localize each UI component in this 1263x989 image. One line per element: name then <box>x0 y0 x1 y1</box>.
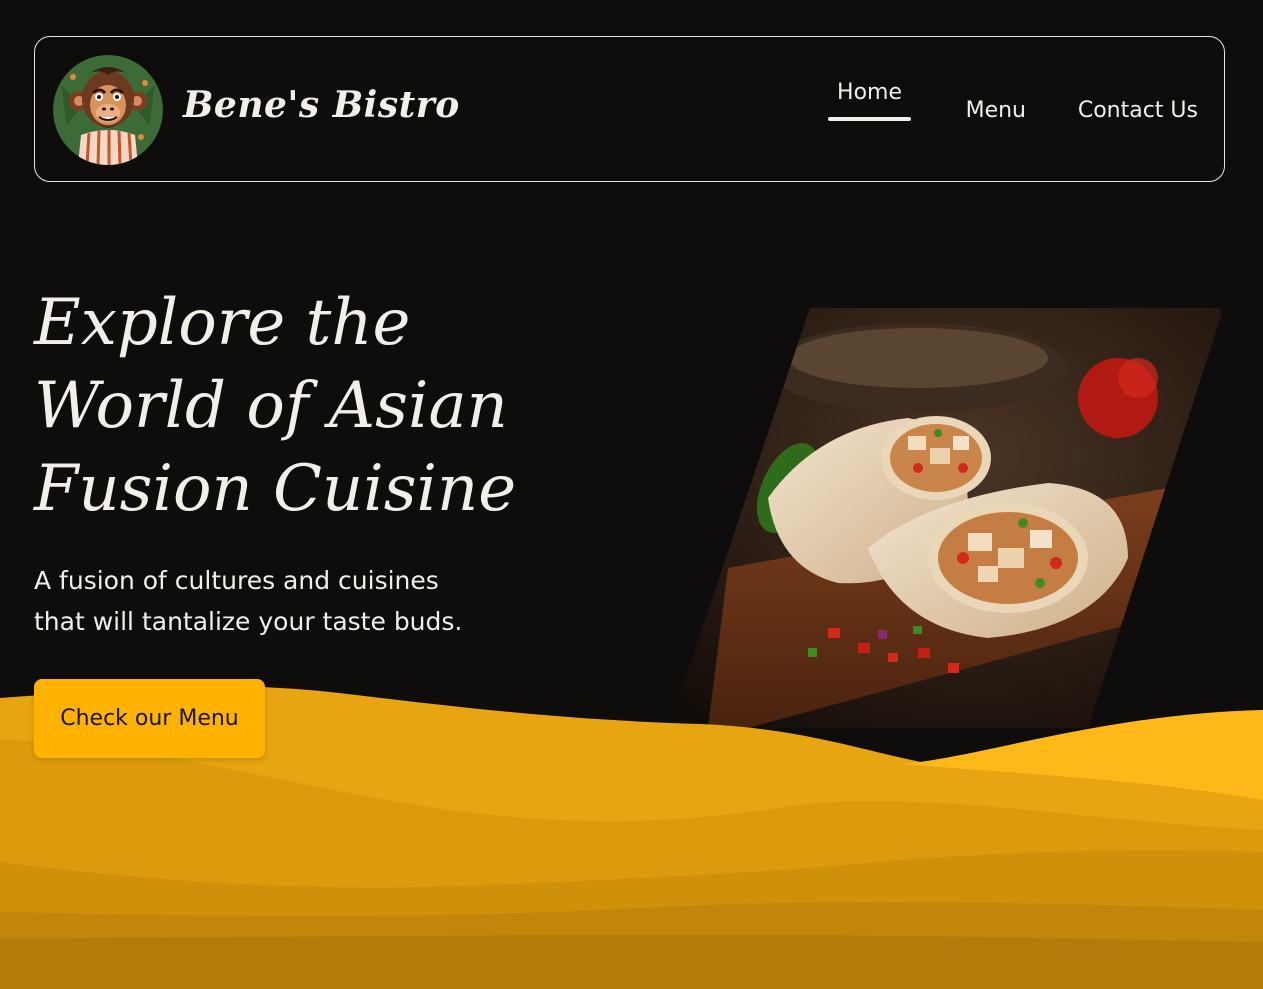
brand-name[interactable]: Bene's Bistro <box>183 81 460 129</box>
hero-subtitle: A fusion of cultures and cuisines that w… <box>34 560 534 642</box>
hero-title-line: Explore the <box>34 286 411 360</box>
chicken-wrap-image <box>668 308 1224 728</box>
check-menu-button[interactable]: Check our Menu <box>34 679 265 758</box>
page: Bene's Bistro Home Menu Contact Us Explo… <box>0 0 1263 989</box>
navbar: Bene's Bistro Home Menu Contact Us <box>34 36 1225 182</box>
hero-title-line: Fusion Cuisine <box>34 452 517 526</box>
hero-subtitle-line: that will tantalize your taste buds. <box>34 607 463 636</box>
nav-link-menu[interactable]: Menu <box>966 97 1026 125</box>
hero-title-line: World of Asian <box>34 369 508 443</box>
hero-subtitle-line: A fusion of cultures and cuisines <box>34 566 439 595</box>
hero-title: Explore the World of Asian Fusion Cuisin… <box>34 282 674 531</box>
nav-link-contact-us[interactable]: Contact Us <box>1078 97 1198 125</box>
monkey-logo-icon[interactable] <box>53 55 163 165</box>
nav-link-home[interactable]: Home <box>828 79 911 121</box>
